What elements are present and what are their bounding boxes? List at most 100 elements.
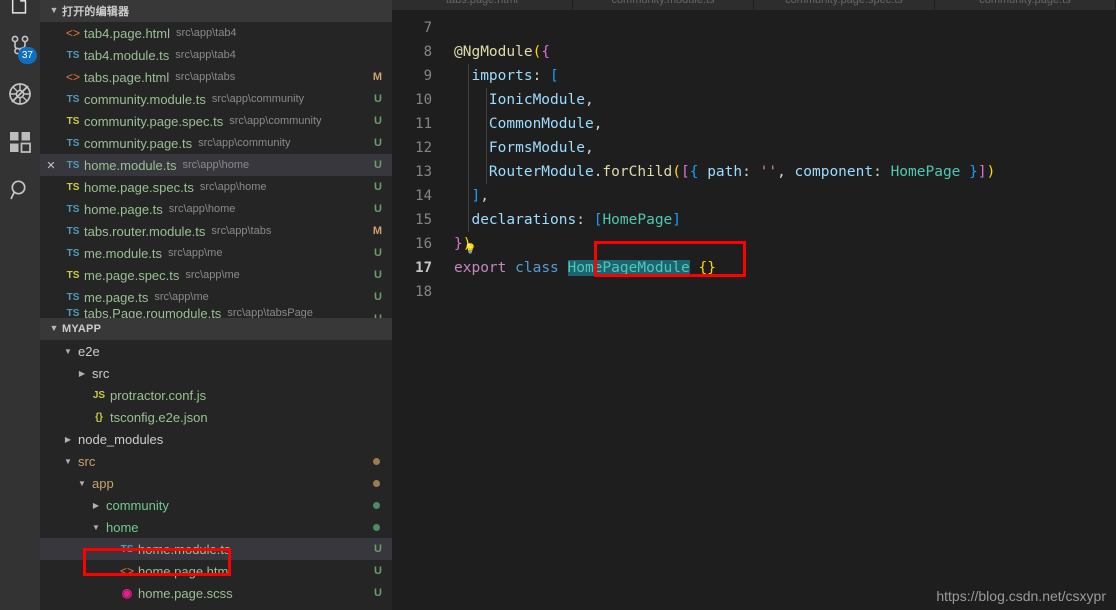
editor-tab[interactable]: tabs.page.html bbox=[392, 0, 573, 10]
open-editors-title: 打开的编辑器 bbox=[62, 6, 130, 18]
chevron-right-icon[interactable]: ▶ bbox=[76, 369, 88, 378]
tree-file-row[interactable]: <> home.page.html U bbox=[40, 560, 392, 582]
open-editor-row[interactable]: <> tab4.page.html src\app\tab4 bbox=[40, 22, 392, 44]
chevron-down-icon[interactable]: ▼ bbox=[76, 479, 88, 488]
code-token: IonicModule bbox=[488, 92, 585, 108]
code-line[interactable]: 15 declarations: [HomePage] bbox=[392, 208, 1116, 232]
tree-folder-row[interactable]: ▶ node_modules bbox=[40, 428, 392, 450]
code-line[interactable]: 9 imports: [ bbox=[392, 64, 1116, 88]
tree-folder-row[interactable]: ▼ src bbox=[40, 450, 392, 472]
git-status-badge: U bbox=[374, 181, 382, 193]
code-token: , bbox=[777, 164, 795, 180]
code-line[interactable]: 13 RouterModule.forChild([{ path: '', co… bbox=[392, 160, 1116, 184]
tree-folder-row[interactable]: ▶ community bbox=[40, 494, 392, 516]
code-line[interactable]: 7 bbox=[392, 16, 1116, 40]
chevron-down-icon[interactable]: ▼ bbox=[90, 523, 102, 532]
open-editor-row[interactable]: TS me.module.ts src\app\me U bbox=[40, 242, 392, 264]
code-line[interactable]: 10 IonicModule, bbox=[392, 88, 1116, 112]
open-editor-filename: me.page.ts bbox=[84, 289, 149, 305]
tree-file-row[interactable]: {} tsconfig.e2e.json bbox=[40, 406, 392, 428]
open-editor-row[interactable]: TS tabs.router.module.ts src\app\tabs M bbox=[40, 220, 392, 242]
git-status-badge: U bbox=[374, 565, 382, 577]
open-editor-row[interactable]: ✕ TS home.module.ts src\app\home U bbox=[40, 154, 392, 176]
open-editors-header[interactable]: ▼ 打开的编辑器 bbox=[40, 0, 392, 22]
spec-file-icon: TS bbox=[66, 181, 80, 193]
source-control-icon[interactable]: 37 bbox=[0, 22, 40, 70]
open-editor-filepath: src\app\tabs bbox=[211, 225, 272, 237]
code-content[interactable]: 7 8 @NgModule({9 imports: [10 IonicModule,… bbox=[392, 10, 1116, 304]
git-status-badge: U bbox=[374, 269, 382, 281]
open-editor-row[interactable]: TS community.page.spec.ts src\app\communit… bbox=[40, 110, 392, 132]
editor-tab-label: community.page.ts bbox=[979, 0, 1071, 6]
code-token: {} bbox=[698, 260, 716, 276]
code-text: FormsModule, bbox=[454, 136, 594, 160]
git-status-badge: U bbox=[374, 291, 382, 303]
chevron-right-icon[interactable]: ▶ bbox=[62, 435, 74, 444]
open-editor-filename: tabs.router.module.ts bbox=[84, 223, 206, 239]
open-editor-filepath: src\app\home bbox=[182, 159, 250, 171]
explorer-icon[interactable] bbox=[0, 0, 40, 22]
indent-guide bbox=[468, 160, 469, 184]
git-status-badge: U bbox=[374, 93, 382, 105]
open-editor-filepath: src\app\tabsPage bbox=[227, 308, 313, 318]
close-icon[interactable]: ✕ bbox=[40, 159, 62, 172]
indent-guide bbox=[485, 112, 487, 136]
explorer-header[interactable]: ▼ MYAPP bbox=[40, 318, 392, 340]
tree-folder-label: e2e bbox=[78, 343, 100, 359]
extensions-icon[interactable] bbox=[0, 118, 40, 166]
tree-folder-row[interactable]: ▼ app bbox=[40, 472, 392, 494]
chevron-down-icon[interactable]: ▼ bbox=[62, 347, 74, 356]
open-editor-row[interactable]: TS tab4.module.ts src\app\tab4 bbox=[40, 44, 392, 66]
open-editor-row[interactable]: TS me.page.ts src\app\me U bbox=[40, 286, 392, 308]
open-editor-filepath: src\app\me bbox=[168, 247, 223, 259]
tree-folder-row[interactable]: ▼ home bbox=[40, 516, 392, 538]
open-editor-row[interactable]: TS home.page.ts src\app\home U bbox=[40, 198, 392, 220]
editor-tab[interactable]: community.page.ts bbox=[935, 0, 1116, 10]
ts-file-icon: TS bbox=[66, 137, 80, 149]
code-line[interactable]: 12 FormsModule, bbox=[392, 136, 1116, 160]
run-debug-icon[interactable] bbox=[0, 70, 40, 118]
git-status-badge: M bbox=[372, 225, 382, 237]
line-number: 12 bbox=[415, 140, 432, 156]
explorer-tree[interactable]: ▼ e2e ▶ src JS protractor.conf.js {} tsconfig.e… bbox=[40, 340, 392, 610]
code-line[interactable]: 18 bbox=[392, 280, 1116, 304]
tree-folder-row[interactable]: ▶ src bbox=[40, 362, 392, 384]
code-token: declarations bbox=[471, 212, 577, 228]
chevron-down-icon: ▼ bbox=[49, 323, 59, 333]
code-text: export class HomePageModule {} bbox=[454, 256, 716, 280]
tree-file-row[interactable]: JS protractor.conf.js bbox=[40, 384, 392, 406]
line-number: 13 bbox=[415, 164, 432, 180]
editor-tab-bar[interactable]: tabs.page.html community.module.ts communi… bbox=[392, 0, 1116, 10]
code-line[interactable]: 17 export class HomePageModule {} bbox=[392, 256, 1116, 280]
chevron-right-icon[interactable]: ▶ bbox=[90, 501, 102, 510]
editor-tab[interactable]: community.module.ts bbox=[573, 0, 754, 10]
tree-file-row[interactable]: TS home.module.ts U bbox=[40, 538, 392, 560]
lightbulb-icon[interactable]: 💡 bbox=[464, 238, 476, 255]
open-editor-row[interactable]: TS me.page.spec.ts src\app\me U bbox=[40, 264, 392, 286]
indent-guide bbox=[468, 112, 469, 136]
open-editor-row[interactable]: <> tabs.page.html src\app\tabs M bbox=[40, 66, 392, 88]
code-line[interactable]: 16 💡}) bbox=[392, 232, 1116, 256]
tree-file-row[interactable]: ◉ home.page.scss U bbox=[40, 582, 392, 604]
code-token: [ bbox=[550, 68, 559, 84]
selected-symbol: HomePageModule bbox=[567, 260, 690, 276]
git-status-badge: U bbox=[374, 308, 382, 318]
editor-tab[interactable]: community.page.spec.ts bbox=[754, 0, 935, 10]
open-editor-row[interactable]: TS home.page.spec.ts src\app\home U bbox=[40, 176, 392, 198]
code-line[interactable]: 14 ], bbox=[392, 184, 1116, 208]
search-icon[interactable] bbox=[0, 166, 40, 214]
tree-folder-row[interactable]: ▼ e2e bbox=[40, 340, 392, 362]
chevron-down-icon[interactable]: ▼ bbox=[62, 457, 74, 466]
git-status-badge: U bbox=[374, 159, 382, 171]
indent-guide bbox=[468, 184, 469, 208]
code-text: IonicModule, bbox=[454, 88, 594, 112]
open-editor-row[interactable]: TS community.module.ts src\app\community U bbox=[40, 88, 392, 110]
open-editor-row[interactable]: TS tabs.Page.roumodule.ts src\app\tabsPage… bbox=[40, 308, 392, 318]
tree-folder-label: community bbox=[106, 497, 169, 513]
git-status-badge: U bbox=[374, 247, 382, 259]
code-line[interactable]: 8 @NgModule({ bbox=[392, 40, 1116, 64]
code-line[interactable]: 11 CommonModule, bbox=[392, 112, 1116, 136]
open-editor-row[interactable]: TS community.page.ts src\app\community U bbox=[40, 132, 392, 154]
open-editors-list[interactable]: <> tab4.page.html src\app\tab4 TS tab4.modul… bbox=[40, 22, 392, 318]
